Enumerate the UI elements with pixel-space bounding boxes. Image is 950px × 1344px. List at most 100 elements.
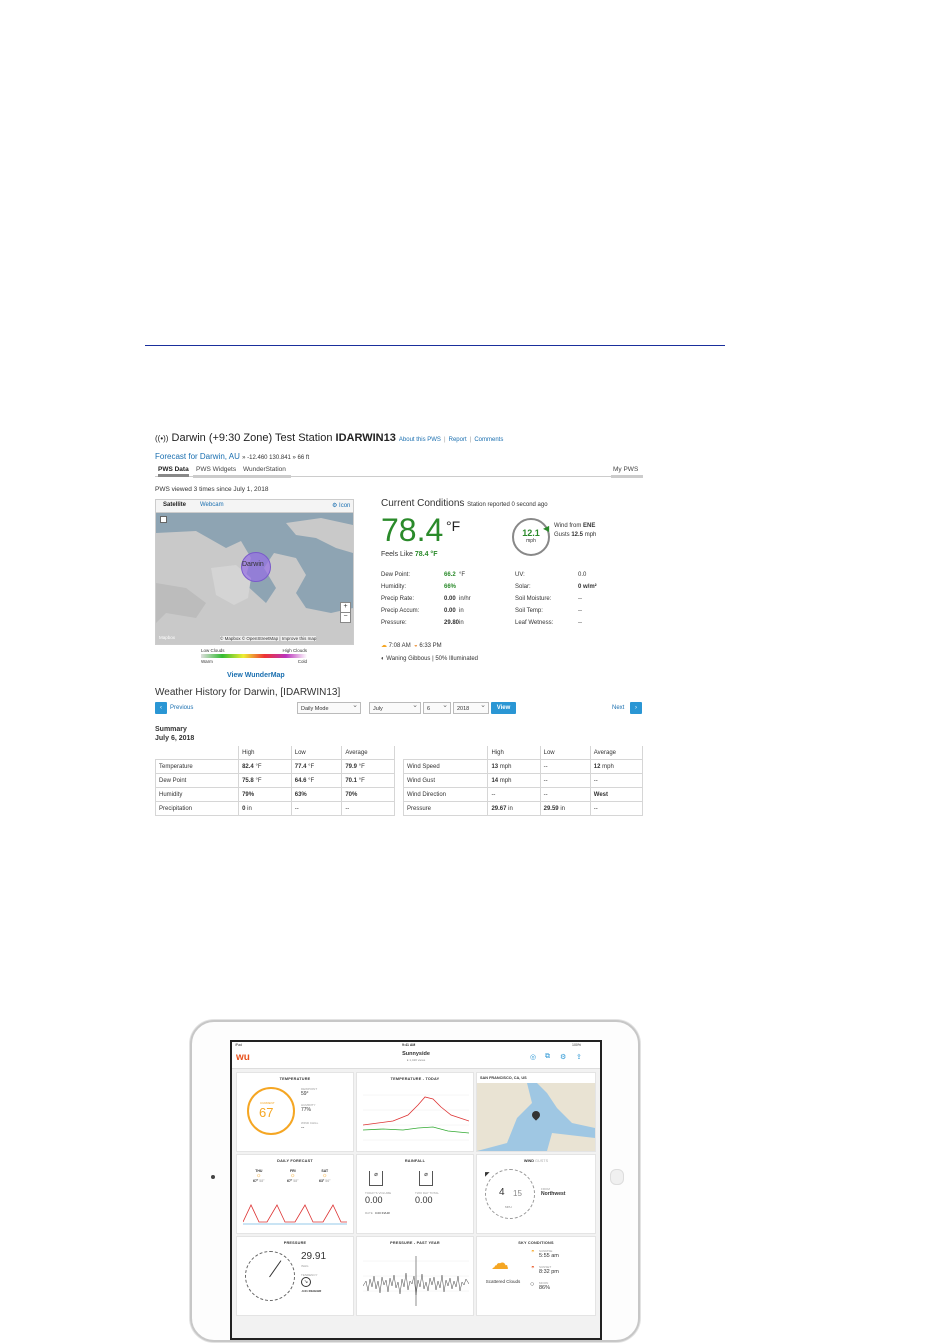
table-row: Wind Direction -- -- West [402,787,644,802]
sunrise-icon: ◓ [531,1249,535,1255]
pressure-tile[interactable]: PRESSURE 29.91 INHG TENDENCY ↘ -0.01 INH… [236,1236,354,1316]
station-reported: Station reported 0 second ago [467,502,548,508]
tab-wunderstation[interactable]: WunderStation [243,466,286,473]
divider-line [145,345,725,346]
pws-page: ((•)) Darwin (+9:30 Zone) Test Station I… [154,432,645,816]
tab-pws-data[interactable]: PWS Data [158,466,189,477]
wind-compass [485,1169,535,1219]
next-arrow-icon[interactable]: › [630,702,642,714]
month-select[interactable]: July [369,700,421,714]
sunset-icon: ◓ [531,1265,535,1271]
temperature-today-tile[interactable]: TEMPERATURE - TODAY [356,1072,474,1152]
next-link[interactable]: Next [612,705,624,711]
report-link[interactable]: Report [449,437,467,443]
weather-history-title: Weather History for Darwin, [IDARWIN13] [155,687,341,698]
app-header: wu Sunnyside ● 1,420 views ◎ ⧉ ⚙ ⇪ [232,1048,600,1069]
history-controls: ‹ Previous Daily Mode July 6 2018 View N… [155,700,643,716]
forecast-day: THU ☼ 67° 58° [253,1169,265,1183]
previous-arrow-icon[interactable]: ‹ [155,702,167,714]
map-place-label: Darwin [242,561,264,568]
tab-my-pws[interactable]: My PWS [613,466,638,473]
table-header-row: High Low Average [404,746,644,760]
ipad-device: iPad 9:41 AM 100% wu Sunnyside ● 1,420 v… [190,1020,640,1342]
rain-gauge-icon: ⌀ [369,1171,383,1186]
view-button[interactable]: View [491,702,516,714]
daily-forecast-tile[interactable]: DAILY FORECAST THU ☼ 67° 58° FRI ☼ 67° 5… [236,1154,354,1234]
current-conditions-title: Current Conditions Station reported 0 se… [381,498,548,509]
stat-row: Pressure: 29.80 in Leaf Wetness: -- [381,620,582,626]
sky-condition-text: Scattered Clouds [485,1279,521,1284]
zoom-out-button[interactable]: − [340,612,351,623]
wind-tile[interactable]: WIND GUSTS ◤ 4 15 MPH FROM Northwest [476,1154,596,1234]
station-id: IDARWIN13 [335,432,396,444]
wu-logo[interactable]: wu [236,1052,250,1063]
station-map[interactable]: Satellite Webcam ⚙ Icon Darwin + − Mapbo… [155,499,354,645]
wind-direction-icon: ◤ [485,1172,490,1178]
wind-speed-value: 4 [499,1187,505,1198]
gear-icon[interactable]: ⚙ [560,1053,566,1061]
forecast-day: FRI ☼ 67° 58° [287,1169,299,1183]
pressure-year-chart [363,1256,469,1306]
rain-gauge-icon: ⌀ [419,1171,433,1186]
table-row: Precipitation 0 in -- -- [154,801,395,816]
table-row: Dew Point 75.8 °F 64.6 °F 70.1 °F [154,773,395,788]
mode-select[interactable]: Daily Mode [297,700,361,714]
map-select-box[interactable] [160,516,167,523]
ipad-camera-dot [211,1175,215,1179]
summary-table-left: High Low Average Temperature 82.4 °F 77.… [154,746,395,816]
temperature-unit: °F [446,518,461,534]
ipad-screen: iPad 9:41 AM 100% wu Sunnyside ● 1,420 v… [230,1040,602,1340]
scattered-clouds-icon: ☁ [491,1253,509,1273]
forecast-chart [243,1204,347,1225]
current-temperature: 78.4 [381,512,444,548]
stat-row: Humidity: 66% Solar: 0 w/m² [381,584,597,590]
table-row: Wind Gust 14 mph -- -- [402,773,644,788]
share-icon[interactable]: ⇪ [576,1053,582,1061]
bookmark-icon[interactable]: ⧉ [545,1053,550,1061]
about-pws-link[interactable]: About this PWS [399,437,441,443]
location-title[interactable]: Sunnyside [392,1051,440,1057]
day-select[interactable]: 6 [423,700,451,714]
table-header-row: High Low Average [156,746,395,760]
tab-pws-widgets[interactable]: PWS Widgets [196,466,236,473]
view-wundermap-link[interactable]: View WunderMap [227,672,285,679]
moon-icon: ◐ [381,656,385,662]
sky-conditions-tile[interactable]: SKY CONDITIONS ☁ Scattered Clouds ◓ SUNR… [476,1236,596,1316]
stat-row: Precip Rate: 0.00 in/hr Soil Moisture: -… [381,596,582,602]
rainfall-tile[interactable]: RAINFALL ⌀ ⌀ TODAY'S VOLUME 0.00 TWO DAY… [356,1154,474,1234]
forecast-link[interactable]: Forecast for Darwin, AU [155,452,240,461]
map-attribution[interactable]: © Mapbox © OpenStreetMap | Improve this … [220,636,317,641]
temperature-tile[interactable]: TEMPERATURE CURRENT 67 DEWPOINT 59° HUMI… [236,1072,354,1152]
tendency-arrow-icon: ↘ [301,1277,311,1287]
table-row: Wind Speed 13 mph -- 12 mph [402,759,644,774]
summary-heading: Summary July 6, 2018 [155,726,195,742]
mapbox-logo: Mapbox [159,635,176,640]
year-select[interactable]: 2018 [453,700,489,714]
current-temp: 67 [259,1105,274,1120]
pressure-year-tile[interactable]: PRESSURE - PAST YEAR [356,1236,474,1316]
sunrise-time: 7:08 AM [388,643,411,649]
map-tab-webcam[interactable]: Webcam [200,502,224,508]
summary-table-right: High Low Average Wind Speed 13 mph -- 12… [402,746,644,816]
map-icon-toggle[interactable]: ⚙ Icon [332,502,350,509]
broadcast-icon: ((•)) [155,434,169,443]
temperature-today-chart [363,1094,469,1141]
views-count: PWS viewed 3 times since July 1, 2018 [155,486,269,493]
pws-title: ((•)) Darwin (+9:30 Zone) Test Station I… [155,432,504,444]
legend-low-clouds: Low Clouds [201,648,225,653]
map-tab-satellite[interactable]: Satellite [163,502,186,508]
previous-link[interactable]: Previous [170,705,193,711]
station-title: Darwin (+9:30 Zone) Test Station [171,432,333,444]
map-tabs: Satellite Webcam ⚙ Icon [156,500,353,513]
table-row: Pressure 29.67 in 29.59 in -- [402,801,644,816]
forecast-line: Forecast for Darwin, AU » -12.460 130.84… [155,452,309,461]
legend-warm: Warm [201,659,213,664]
map-tile[interactable]: SAN FRANCISCO, CA, US [476,1072,596,1152]
comments-link[interactable]: Comments [474,437,503,443]
table-row: Humidity 79% 63% 70% [154,787,395,802]
legend-high-clouds: High Clouds [282,648,307,653]
location-pin-icon[interactable]: ◎ [530,1053,536,1061]
ipad-home-button[interactable] [610,1169,624,1185]
sunset-icon: ◒ [414,643,418,649]
pressure-value: 29.91 [301,1251,327,1262]
